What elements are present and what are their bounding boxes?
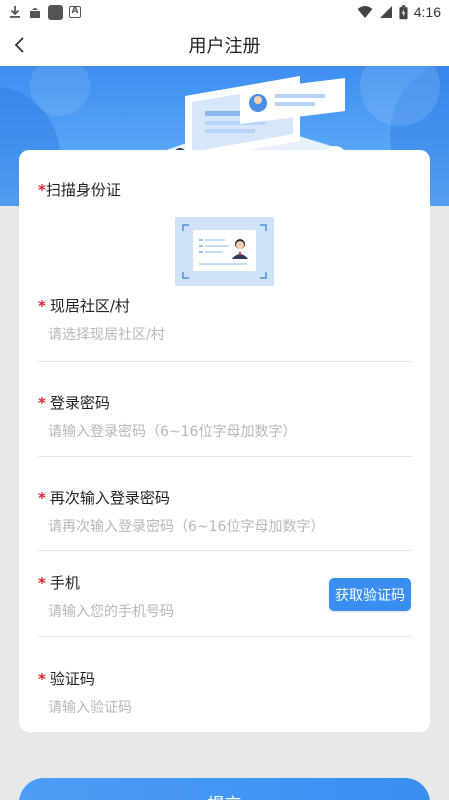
- password-confirm-input[interactable]: 请再次输入登录密码（6~16位字母加数字）: [48, 516, 412, 536]
- required-mark: *: [38, 181, 46, 199]
- a-icon: A: [69, 6, 81, 18]
- scan-id-field: *扫描身份证: [38, 179, 412, 200]
- password-label: 登录密码: [49, 394, 110, 412]
- nav-bar: 用户注册: [0, 24, 449, 66]
- status-right: 4:16: [357, 4, 441, 20]
- password-confirm-field[interactable]: * 再次输入登录密码 请再次输入登录密码（6~16位字母加数字）: [38, 487, 412, 536]
- verify-code-label: 验证码: [49, 670, 95, 688]
- community-select[interactable]: 请选择现居社区/村: [48, 324, 412, 344]
- divider: [38, 636, 412, 637]
- get-code-button[interactable]: 获取验证码: [329, 578, 411, 611]
- password-field[interactable]: * 登录密码 请输入登录密码（6~16位字母加数字）: [38, 392, 412, 441]
- id-card-icon: [182, 224, 267, 279]
- download-icon: [10, 6, 20, 18]
- phone-label: 手机: [49, 574, 80, 592]
- scan-id-card-button[interactable]: [175, 217, 274, 286]
- signal-icon: [379, 6, 392, 18]
- scan-id-label: *扫描身份证: [38, 181, 121, 199]
- page-title: 用户注册: [188, 36, 261, 57]
- status-time: 4:16: [413, 4, 441, 20]
- password-input[interactable]: 请输入登录密码（6~16位字母加数字）: [48, 421, 412, 441]
- required-mark: *: [38, 297, 46, 315]
- divider: [38, 361, 412, 362]
- required-mark: *: [38, 489, 46, 507]
- divider: [38, 550, 412, 551]
- chevron-left-icon: [14, 37, 24, 53]
- status-left: A: [8, 4, 81, 20]
- register-form-card: *扫描身份证 * 现居社区/村 请选择现居社区/村 * 登录密码 请输入登录密码…: [19, 150, 430, 732]
- android-icon: [30, 8, 40, 18]
- required-mark: *: [38, 394, 46, 412]
- square-app-icon: [48, 4, 63, 20]
- required-mark: *: [38, 574, 46, 592]
- community-field[interactable]: * 现居社区/村 请选择现居社区/村: [38, 295, 412, 344]
- status-bar: A 4:16: [0, 0, 449, 24]
- community-label: 现居社区/村: [49, 297, 130, 315]
- password-confirm-label: 再次输入登录密码: [49, 489, 170, 507]
- verify-code-field[interactable]: * 验证码 请输入验证码: [38, 668, 412, 717]
- required-mark: *: [38, 670, 46, 688]
- submit-button[interactable]: 提交: [19, 778, 430, 800]
- verify-code-input[interactable]: 请输入验证码: [48, 697, 412, 717]
- divider: [38, 456, 412, 457]
- back-button[interactable]: [4, 24, 36, 66]
- wifi-icon: [357, 6, 373, 18]
- battery-icon: [399, 4, 408, 19]
